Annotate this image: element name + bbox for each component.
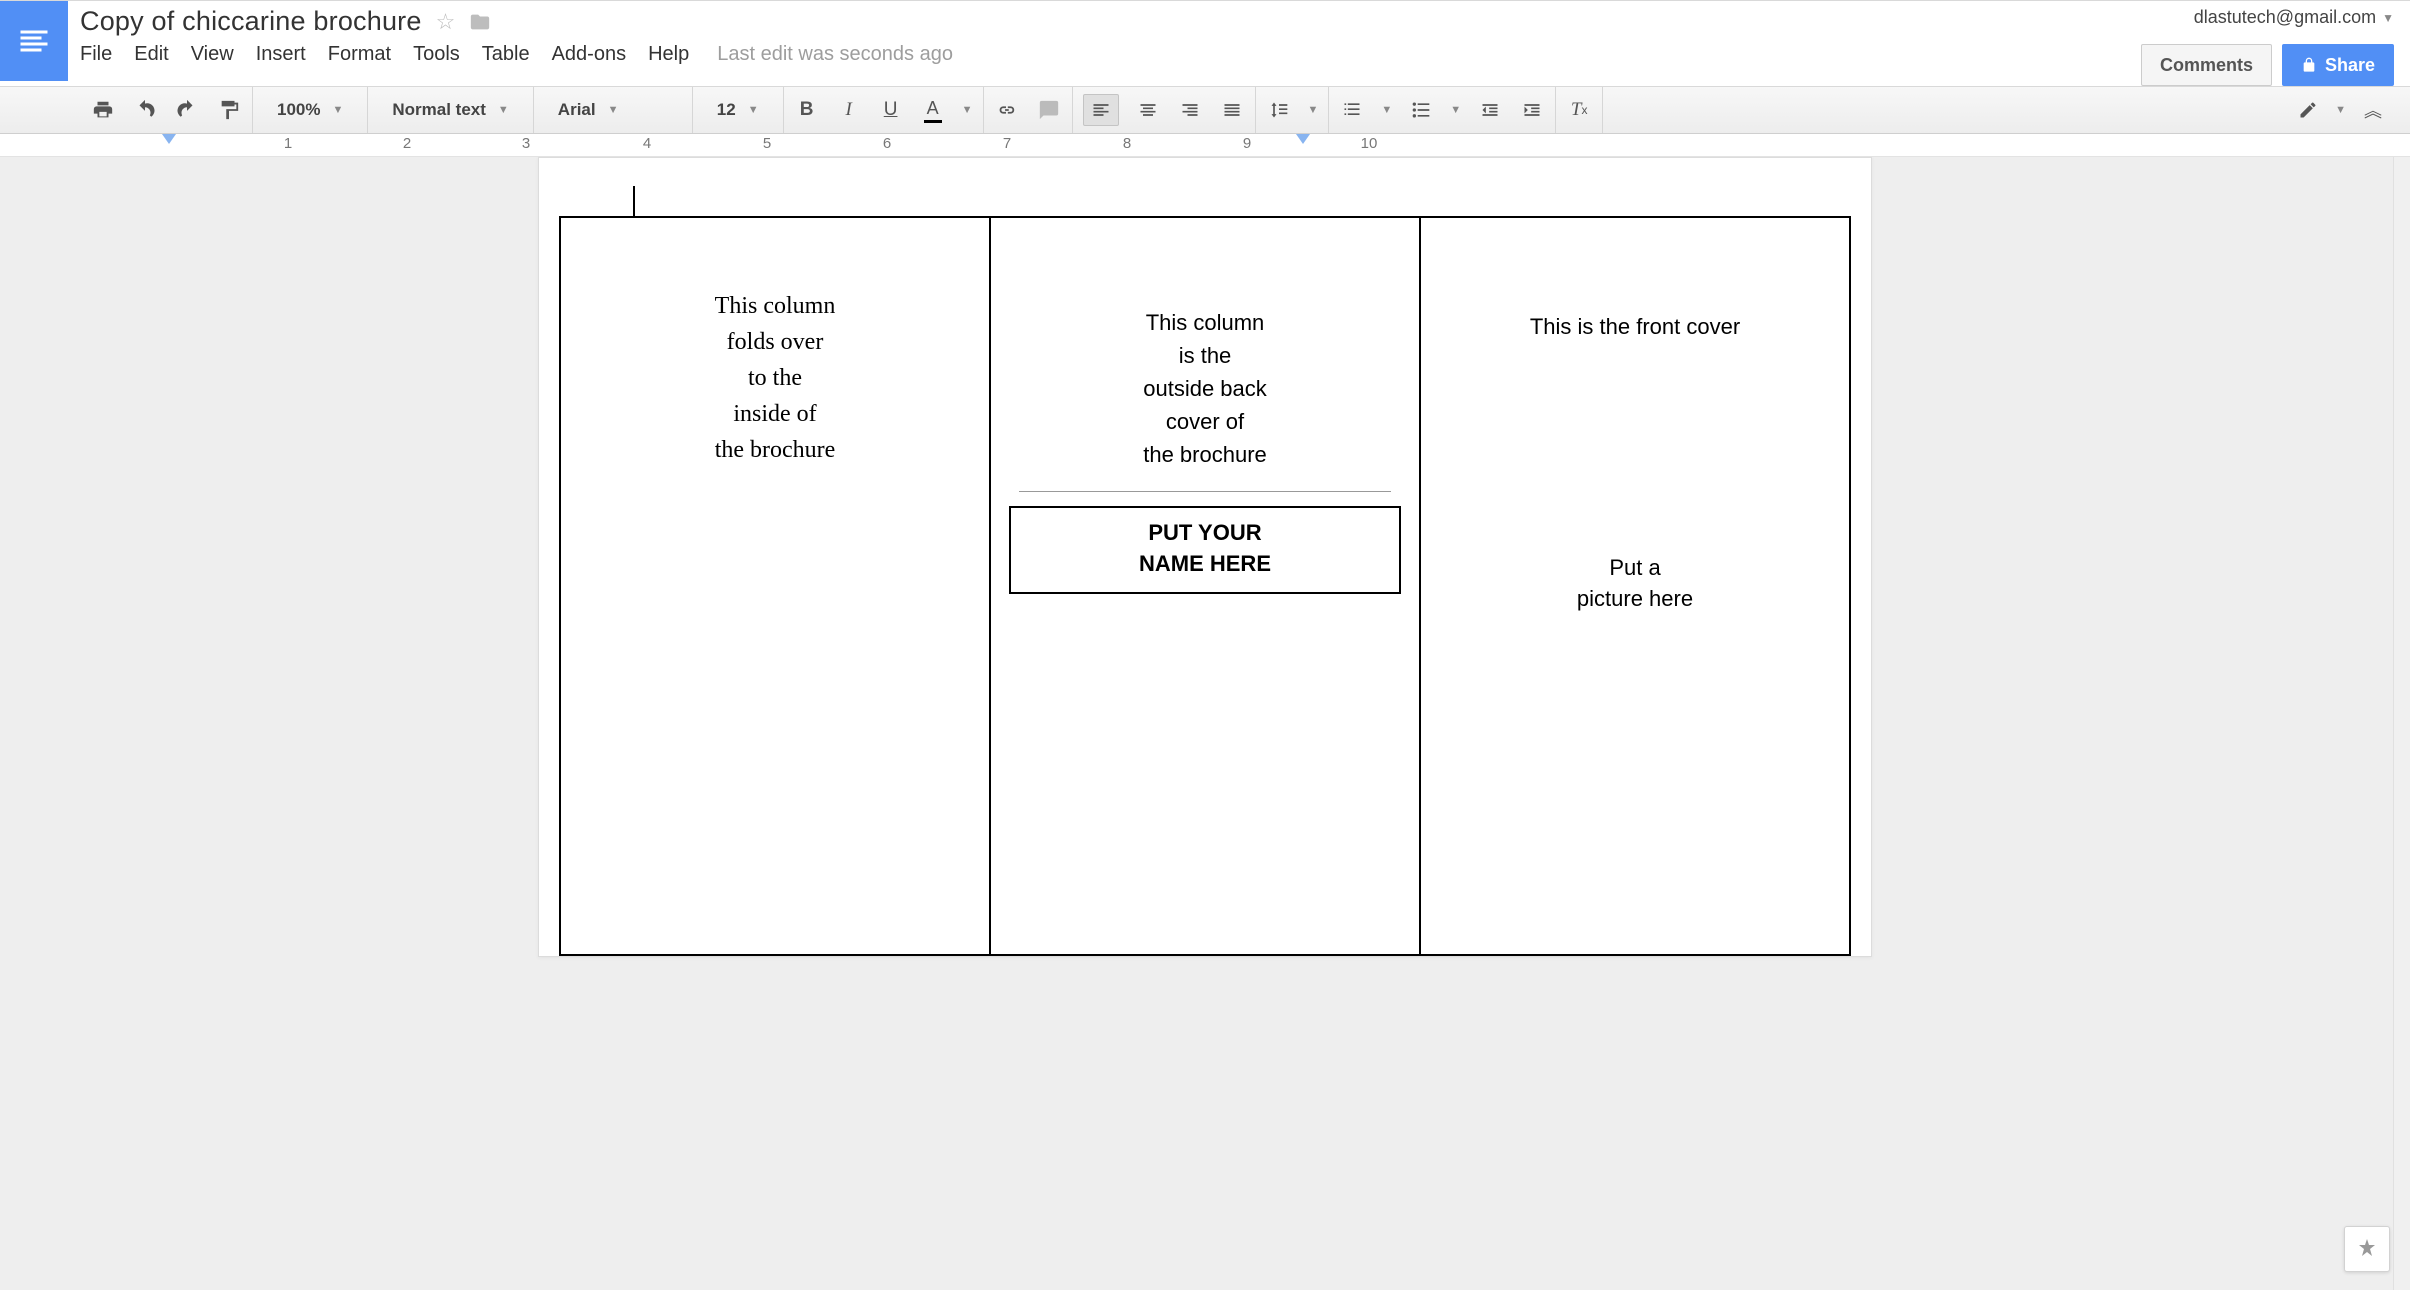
share-button[interactable]: Share [2282,44,2394,86]
comments-button[interactable]: Comments [2141,44,2272,86]
last-edit-status: Last edit was seconds ago [717,43,953,66]
line-spacing-button[interactable] [1266,95,1292,125]
document-canvas[interactable]: This columnfolds overto theinside ofthe … [0,157,2410,1290]
underline-button[interactable]: U [878,95,904,125]
ruler-tick: 3 [522,135,530,152]
collapse-toolbar-button[interactable]: ︽ [2360,95,2386,125]
editing-mode-button[interactable] [2295,95,2321,125]
menu-format[interactable]: Format [328,43,391,66]
font-value: Arial [558,100,596,120]
toolbar: 100% ▼ Normal text ▼ Arial ▼ 12 ▼ B I U A ▼ [0,86,2410,134]
insert-link-button[interactable] [994,95,1020,125]
font-size-select[interactable]: 12 ▼ [703,95,773,125]
menu-view[interactable]: View [191,43,234,66]
indent-marker-right[interactable] [1296,134,1310,144]
align-right-button[interactable] [1177,95,1203,125]
zoom-value: 100% [277,100,320,120]
brochure-col-2[interactable]: This columnis theoutside backcover ofthe… [990,217,1420,955]
star-icon[interactable]: ☆ [436,9,456,35]
user-email: dlastutech@gmail.com [2194,7,2376,28]
divider-line [1019,491,1391,492]
undo-button[interactable] [132,95,158,125]
menu-file[interactable]: File [80,43,112,66]
col3-top-text: This is the front cover [1437,310,1833,343]
name-placeholder-box[interactable]: PUT YOURNAME HERE [1009,506,1401,594]
chevron-down-icon[interactable]: ▼ [1381,104,1392,116]
chevron-down-icon[interactable]: ▼ [1450,104,1461,116]
decrease-indent-button[interactable] [1477,95,1503,125]
font-size-value: 12 [717,100,736,120]
picture-placeholder: Put apicture here [1437,553,1833,615]
ruler-tick: 9 [1243,135,1251,152]
ruler-tick: 7 [1003,135,1011,152]
ruler-tick: 5 [763,135,771,152]
ruler-tick: 6 [883,135,891,152]
increase-indent-button[interactable] [1519,95,1545,125]
align-left-button[interactable] [1083,94,1119,126]
brochure-table[interactable]: This columnfolds overto theinside ofthe … [559,216,1851,956]
menu-bar: File Edit View Insert Format Tools Table… [80,43,2131,66]
chevron-down-icon: ▼ [2382,11,2394,25]
menu-insert[interactable]: Insert [256,43,306,66]
ruler-tick: 8 [1123,135,1131,152]
vertical-scrollbar[interactable] [2393,157,2410,1290]
clear-formatting-button[interactable]: Tx [1566,95,1592,125]
ruler-tick: 1 [284,135,292,152]
chevron-down-icon: ▼ [608,104,619,116]
menu-addons[interactable]: Add-ons [552,43,627,66]
font-select[interactable]: Arial ▼ [544,95,682,125]
text-color-button[interactable]: A [920,95,946,125]
redo-button[interactable] [174,95,200,125]
bold-button[interactable]: B [794,95,820,125]
print-button[interactable] [90,95,116,125]
share-label: Share [2325,55,2375,76]
paragraph-style-value: Normal text [392,100,486,120]
folder-icon[interactable] [469,11,491,33]
menu-edit[interactable]: Edit [134,43,168,66]
ruler-tick: 4 [643,135,651,152]
menu-help[interactable]: Help [648,43,689,66]
document-title[interactable]: Copy of chiccarine brochure [80,6,422,37]
menu-tools[interactable]: Tools [413,43,460,66]
chevron-down-icon: ▼ [332,104,343,116]
ruler-tick: 2 [403,135,411,152]
paragraph-style-select[interactable]: Normal text ▼ [378,95,522,125]
col1-text: This columnfolds overto theinside ofthe … [651,288,899,468]
numbered-list-button[interactable] [1339,95,1365,125]
lock-icon [2301,57,2317,73]
chevron-down-icon[interactable]: ▼ [2335,104,2346,116]
chevron-down-icon[interactable]: ▼ [1308,104,1319,116]
comments-label: Comments [2160,55,2253,76]
chevron-down-icon: ▼ [498,104,509,116]
menu-table[interactable]: Table [482,43,530,66]
bulleted-list-button[interactable] [1408,95,1434,125]
align-justify-button[interactable] [1219,95,1245,125]
align-center-button[interactable] [1135,95,1161,125]
horizontal-ruler[interactable]: 1 2 3 4 5 6 7 8 9 10 [0,134,2410,157]
chevron-down-icon[interactable]: ▼ [962,104,973,116]
chevron-down-icon: ▼ [748,104,759,116]
ruler-tick: 10 [1361,135,1378,152]
col2-top-text: This columnis theoutside backcover ofthe… [1007,306,1403,471]
brochure-col-1[interactable]: This columnfolds overto theinside ofthe … [560,217,990,955]
text-cursor [633,186,635,216]
paint-format-button[interactable] [216,95,242,125]
brochure-col-3[interactable]: This is the front cover Put apicture her… [1420,217,1850,955]
italic-button[interactable]: I [836,95,862,125]
zoom-select[interactable]: 100% ▼ [263,95,357,125]
account-menu[interactable]: dlastutech@gmail.com ▼ [2194,7,2394,28]
explore-button[interactable] [2344,1226,2390,1272]
page[interactable]: This columnfolds overto theinside ofthe … [538,157,1872,957]
docs-logo[interactable] [0,1,68,81]
indent-marker-left[interactable] [162,134,176,144]
insert-comment-button[interactable] [1036,95,1062,125]
